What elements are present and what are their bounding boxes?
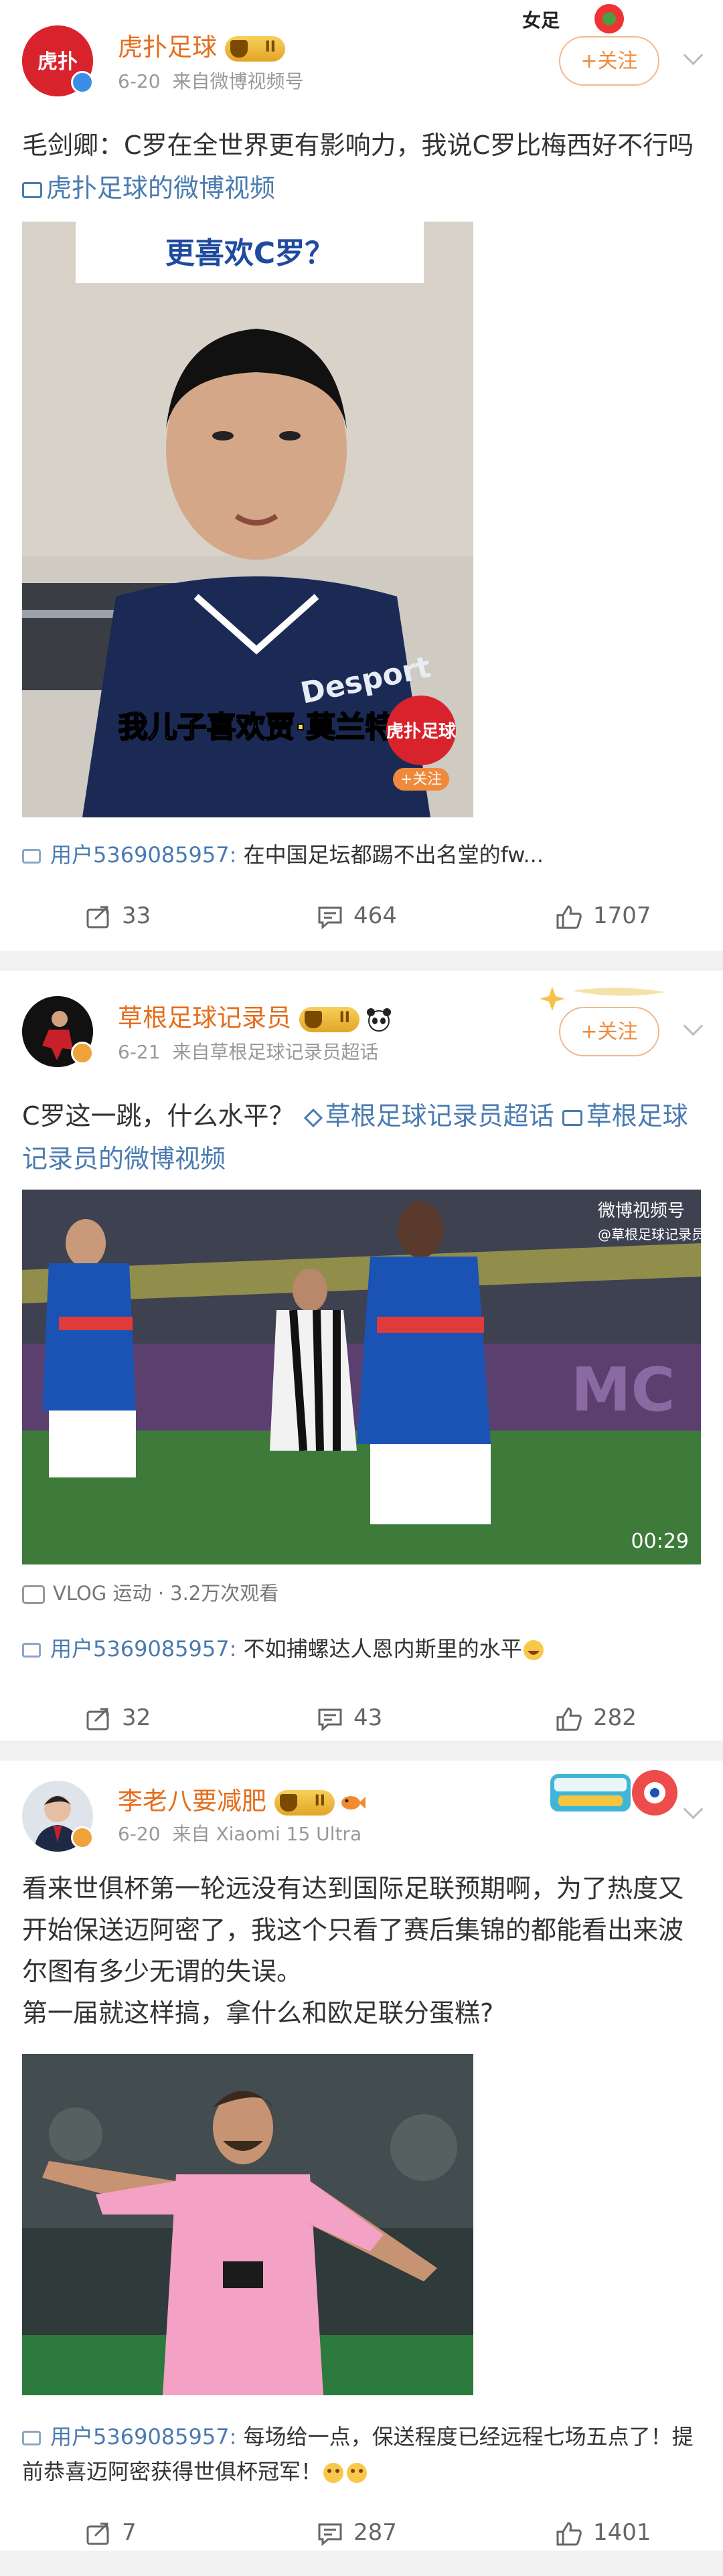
post-text: 看来世俱杯第一轮远没有达到国际足联预期啊，为了热度又开始保送迈阿密了，我这个只看… [22,1874,684,2028]
comment-text: 不如捕螺达人恩内斯里的水平 [236,1636,522,1662]
post-3: 李老八要减肥 II 6-20 来自 Xiaomi 15 Ultra 看来世俱杯第一轮… [0,1761,723,2551]
post-header: 李老八要减肥 II 6-20 来自 Xiaomi 15 Ultra [0,1761,723,1868]
watermark-sub: @草根足球记录员 [598,1226,701,1242]
vlog-icon [22,1585,45,1604]
panda-icon [367,1008,391,1032]
svg-text:虎扑: 虎扑 [37,50,78,74]
like-button[interactable]: 1401 [556,2516,651,2549]
repost-icon [86,906,109,928]
decor-sticker-icon: 女足 [522,4,624,33]
post-2: 草根足球记录员 II 6-21 来自草根足球记录员超话 +关注 C罗这一跳，什么水平… [0,971,723,1741]
verified-badge-icon [71,1826,94,1849]
verified-badge-icon [71,1042,94,1064]
video-brand: 虎扑足球 [386,722,457,742]
author-name[interactable]: 草根足球记录员 II [118,997,393,1034]
comment-button[interactable]: 287 [317,2516,397,2549]
video-duration: 00:29 [631,1530,689,1553]
post-meta: 6-20 来自 Xiaomi 15 Ultra [118,1823,362,1845]
like-button[interactable]: 282 [556,1701,637,1735]
level-badge-icon: II [299,1006,359,1032]
video-info: VLOG 运动 · 3.2万次观看 [22,1577,701,1610]
action-bar: 32 43 282 [0,1674,723,1761]
video-player[interactable]: MC 微博视频号 @草根足球记录员 00:29 [22,1190,701,1564]
laugh-emoji-icon [523,1640,544,1660]
video-link[interactable]: 虎扑足球的微博视频 [22,173,275,203]
action-bar: 7 287 1401 [0,2489,723,2576]
comment-bubble-icon [22,2431,41,2445]
verified-badge-icon [71,71,94,94]
post-photo [22,2054,473,2395]
comment-icon [318,906,342,929]
repost-button[interactable]: 33 [86,899,151,933]
video-icon [22,181,42,198]
comment-icon [318,1708,342,1731]
supertopic-link[interactable]: 草根足球记录员超话 [303,1101,554,1131]
repost-button[interactable]: 7 [86,2516,137,2549]
emoji-icon [323,2463,368,2483]
level-badge-icon: II [274,1789,335,1816]
comment-bubble-icon [22,1643,41,1658]
fish-icon [341,1795,366,1809]
comment-user[interactable]: 用户5369085957: [50,2424,236,2449]
like-button[interactable]: 1707 [556,899,651,933]
follow-button[interactable]: +关注 [559,1007,659,1056]
video-follow: +关注 [400,771,442,788]
chevron-down-icon[interactable] [683,45,704,66]
thumbs-up-icon [556,904,582,929]
video-caption-bottom: 我儿子喜欢贾·莫兰特 [118,710,395,744]
video-caption-top: 更喜欢C罗？ [165,236,334,270]
svg-text:MC: MC [571,1355,675,1425]
post-text: 毛剑卿：C罗在全世界更有影响力，我说C罗比梅西好不行吗 虎扑足球的微博视频 [22,131,694,203]
watermark: 微博视频号 [598,1201,685,1221]
chevron-down-icon[interactable] [683,1799,704,1820]
action-bar: 33 464 1707 [0,872,723,959]
repost-icon [86,1708,109,1730]
repost-icon [86,2522,109,2545]
video-icon [562,1109,582,1126]
comment-bubble-icon [22,849,41,864]
comment-icon [318,2523,342,2546]
author-name[interactable]: 虎扑足球 II [118,27,285,63]
comment-button[interactable]: 464 [317,899,397,933]
post-meta: 6-20 来自微博视频号 [118,70,304,92]
post-meta: 6-21 来自草根足球记录员超话 [118,1041,379,1063]
post-header: 虎扑 虎扑足球 II 6-20 来自微博视频号 女足 +关注 [0,0,723,124]
hot-comment[interactable]: 用户5369085957: 在中国足坛都踢不出名堂的fw... [22,837,701,872]
hot-comment[interactable]: 用户5369085957: 不如捕螺达人恩内斯里的水平 [22,1631,701,1666]
comment-button[interactable]: 43 [317,1701,382,1735]
decor-label: 女足 [522,9,560,31]
video-thumbnail: 更喜欢C罗？ Desport 我儿子喜欢贾·莫兰特 虎扑足球 +关注 [22,222,473,817]
video-player[interactable]: 更喜欢C罗？ Desport 我儿子喜欢贾·莫兰特 虎扑足球 +关注 [22,222,473,817]
repost-button[interactable]: 32 [86,1701,151,1735]
video-thumbnail: MC 微博视频号 @草根足球记录员 00:29 [22,1190,701,1564]
post-1: 虎扑 虎扑足球 II 6-20 来自微博视频号 女足 +关注 毛剑卿：C罗在全世界更… [0,0,723,951]
decor-badge-icon [550,1770,677,1816]
post-text: C罗这一跳，什么水平？ 草根足球记录员超话 草根足球记录员的微博视频 [22,1101,688,1174]
chevron-down-icon[interactable] [683,1016,704,1036]
diamond-icon [303,1108,323,1127]
thumbs-up-icon [556,1706,582,1730]
author-name[interactable]: 李老八要减肥 II [118,1781,366,1817]
comment-user[interactable]: 用户5369085957: [50,842,236,868]
comment-user[interactable]: 用户5369085957: [50,1636,236,1662]
post-header: 草根足球记录员 II 6-21 来自草根足球记录员超话 +关注 [0,971,723,1095]
hot-comment[interactable]: 用户5369085957: 每场给一点，保送程度已经远程七场五点了！提前恭喜迈阿… [22,2419,701,2489]
follow-button[interactable]: +关注 [559,36,659,86]
comment-text: 在中国足坛都踢不出名堂的fw... [236,842,544,868]
level-badge-icon: II [225,35,285,62]
thumbs-up-icon [556,2521,582,2545]
post-image[interactable] [22,2054,473,2395]
